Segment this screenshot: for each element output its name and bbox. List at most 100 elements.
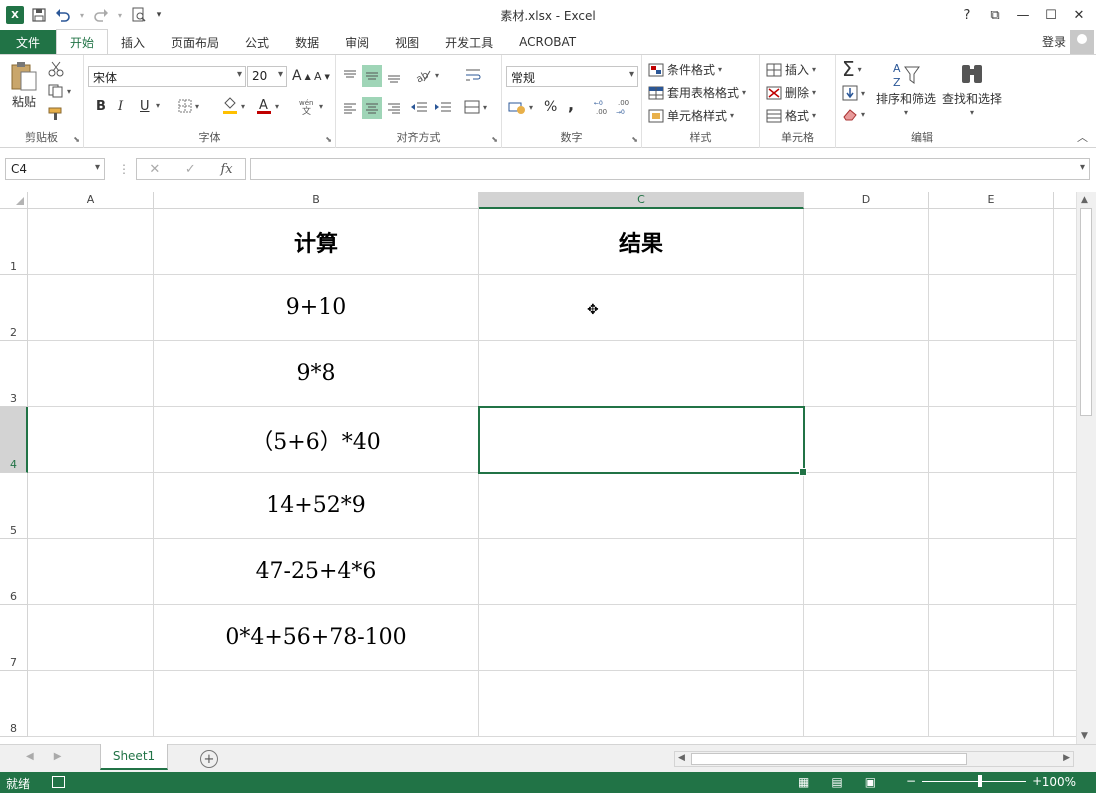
- fill-color-button[interactable]: ▾: [222, 97, 245, 115]
- fill-button[interactable]: ▾: [842, 85, 865, 101]
- page-break-view-icon[interactable]: ▣: [865, 775, 876, 789]
- tab-formulas[interactable]: 公式: [232, 30, 282, 54]
- merge-center-button[interactable]: ▾: [464, 99, 487, 115]
- cell-a1[interactable]: [28, 209, 154, 275]
- row-header-5[interactable]: 5: [0, 473, 28, 539]
- increase-indent-button[interactable]: [434, 99, 452, 115]
- vertical-scrollbar[interactable]: ▲ ▼: [1076, 192, 1096, 744]
- normal-view-icon[interactable]: ▦: [798, 775, 809, 789]
- cell-a2[interactable]: [28, 275, 154, 341]
- tab-developer[interactable]: 开发工具: [432, 30, 506, 54]
- cell-a7[interactable]: [28, 605, 154, 671]
- cell-d1[interactable]: [804, 209, 929, 275]
- cell-f1[interactable]: [1054, 209, 1076, 275]
- scroll-up-icon[interactable]: ▲: [1081, 195, 1088, 205]
- cell-c7[interactable]: [479, 605, 804, 671]
- zoom-level[interactable]: 100%: [1042, 775, 1076, 789]
- font-size-combo[interactable]: 20: [247, 66, 287, 87]
- paste-button[interactable]: 粘贴: [10, 61, 38, 110]
- wrap-text-button[interactable]: [464, 67, 482, 83]
- cell-c3[interactable]: [479, 341, 804, 407]
- tab-review[interactable]: 审阅: [332, 30, 382, 54]
- column-header-e[interactable]: E: [929, 192, 1054, 209]
- format-as-table-button[interactable]: 套用表格格式 ▾: [648, 84, 746, 101]
- cell-c1[interactable]: 结果: [479, 209, 804, 275]
- align-left-button[interactable]: [342, 97, 360, 119]
- horizontal-scrollbar[interactable]: ◀ ▶: [674, 751, 1074, 767]
- zoom-out-icon[interactable]: −: [906, 774, 916, 788]
- cell-c2[interactable]: [479, 275, 804, 341]
- cell-b1[interactable]: 计算: [154, 209, 479, 275]
- column-header-d[interactable]: D: [804, 192, 929, 209]
- cell-c6[interactable]: [479, 539, 804, 605]
- alignment-launcher-icon[interactable]: ⬊: [491, 135, 498, 144]
- signin-link[interactable]: 登录: [1042, 33, 1066, 50]
- bold-button[interactable]: B: [96, 99, 106, 114]
- cell-f4[interactable]: [1054, 407, 1076, 473]
- row-header-3[interactable]: 3: [0, 341, 28, 407]
- tab-view[interactable]: 视图: [382, 30, 432, 54]
- cell-e1[interactable]: [929, 209, 1054, 275]
- column-header-c[interactable]: C: [479, 192, 804, 209]
- row-header-7[interactable]: 7: [0, 605, 28, 671]
- zoom-track[interactable]: [922, 774, 1027, 787]
- tab-acrobat[interactable]: ACROBAT: [506, 30, 589, 54]
- cell-e4[interactable]: [929, 407, 1054, 473]
- underline-dropdown-icon[interactable]: ▾: [156, 101, 160, 110]
- cell-f8[interactable]: [1054, 671, 1076, 737]
- tab-home[interactable]: 开始: [56, 29, 109, 54]
- vertical-scroll-thumb[interactable]: [1080, 208, 1092, 416]
- cell-b5[interactable]: 14+52*9: [154, 473, 479, 539]
- cell-e6[interactable]: [929, 539, 1054, 605]
- conditional-format-button[interactable]: 条件格式 ▾: [648, 61, 722, 78]
- cell-a6[interactable]: [28, 539, 154, 605]
- orientation-button[interactable]: ab ▾: [414, 67, 439, 83]
- tab-insert[interactable]: 插入: [108, 30, 158, 54]
- cell-f6[interactable]: [1054, 539, 1076, 605]
- shrink-font-button[interactable]: A ▼: [314, 70, 330, 83]
- cell-d6[interactable]: [804, 539, 929, 605]
- help-icon[interactable]: ?: [956, 4, 978, 26]
- sort-filter-button[interactable]: AZ 排序和筛选 ▾: [876, 61, 936, 117]
- active-cell-selection[interactable]: [478, 406, 807, 476]
- cell-e7[interactable]: [929, 605, 1054, 671]
- column-header-b[interactable]: B: [154, 192, 479, 209]
- font-name-combo[interactable]: 宋体: [88, 66, 246, 87]
- cell-d7[interactable]: [804, 605, 929, 671]
- cell-e2[interactable]: [929, 275, 1054, 341]
- cell-e8[interactable]: [929, 671, 1054, 737]
- cell-f2[interactable]: [1054, 275, 1076, 341]
- cell-b6[interactable]: 47-25+4*6: [154, 539, 479, 605]
- row-header-1[interactable]: 1: [0, 209, 28, 275]
- copy-button[interactable]: ▾: [48, 84, 71, 98]
- align-bottom-button[interactable]: [386, 65, 404, 87]
- scroll-right-icon[interactable]: ▶: [1063, 753, 1070, 763]
- scroll-left-icon[interactable]: ◀: [678, 753, 685, 763]
- cell-d3[interactable]: [804, 341, 929, 407]
- select-all-button[interactable]: [0, 192, 28, 209]
- cell-styles-button[interactable]: 单元格样式 ▾: [648, 107, 734, 124]
- column-header-f[interactable]: [1054, 192, 1076, 209]
- decrease-decimal-button[interactable]: .00 →0: [616, 99, 634, 115]
- cell-d5[interactable]: [804, 473, 929, 539]
- column-header-a[interactable]: A: [28, 192, 154, 209]
- comma-button[interactable]: ,: [568, 95, 574, 114]
- cell-e5[interactable]: [929, 473, 1054, 539]
- tab-file[interactable]: 文件: [0, 30, 56, 54]
- cell-c5[interactable]: [479, 473, 804, 539]
- sheet-tab-sheet1[interactable]: Sheet1: [100, 744, 168, 770]
- cell-b7[interactable]: 0*4+56+78-100: [154, 605, 479, 671]
- cell-b3[interactable]: 9*8: [154, 341, 479, 407]
- confirm-entry-icon[interactable]: ✓: [185, 162, 196, 177]
- ribbon-display-options-icon[interactable]: ⧉: [984, 4, 1006, 26]
- decrease-indent-button[interactable]: [410, 99, 428, 115]
- cell-a5[interactable]: [28, 473, 154, 539]
- cell-d4[interactable]: [804, 407, 929, 473]
- insert-cells-button[interactable]: 插入 ▾: [766, 61, 816, 78]
- cut-button[interactable]: [48, 61, 64, 77]
- number-launcher-icon[interactable]: ⬊: [631, 135, 638, 144]
- cell-b4[interactable]: （5+6）*40: [154, 407, 479, 473]
- cell-d2[interactable]: [804, 275, 929, 341]
- cell-a4[interactable]: [28, 407, 154, 473]
- row-header-4[interactable]: 4: [0, 407, 28, 473]
